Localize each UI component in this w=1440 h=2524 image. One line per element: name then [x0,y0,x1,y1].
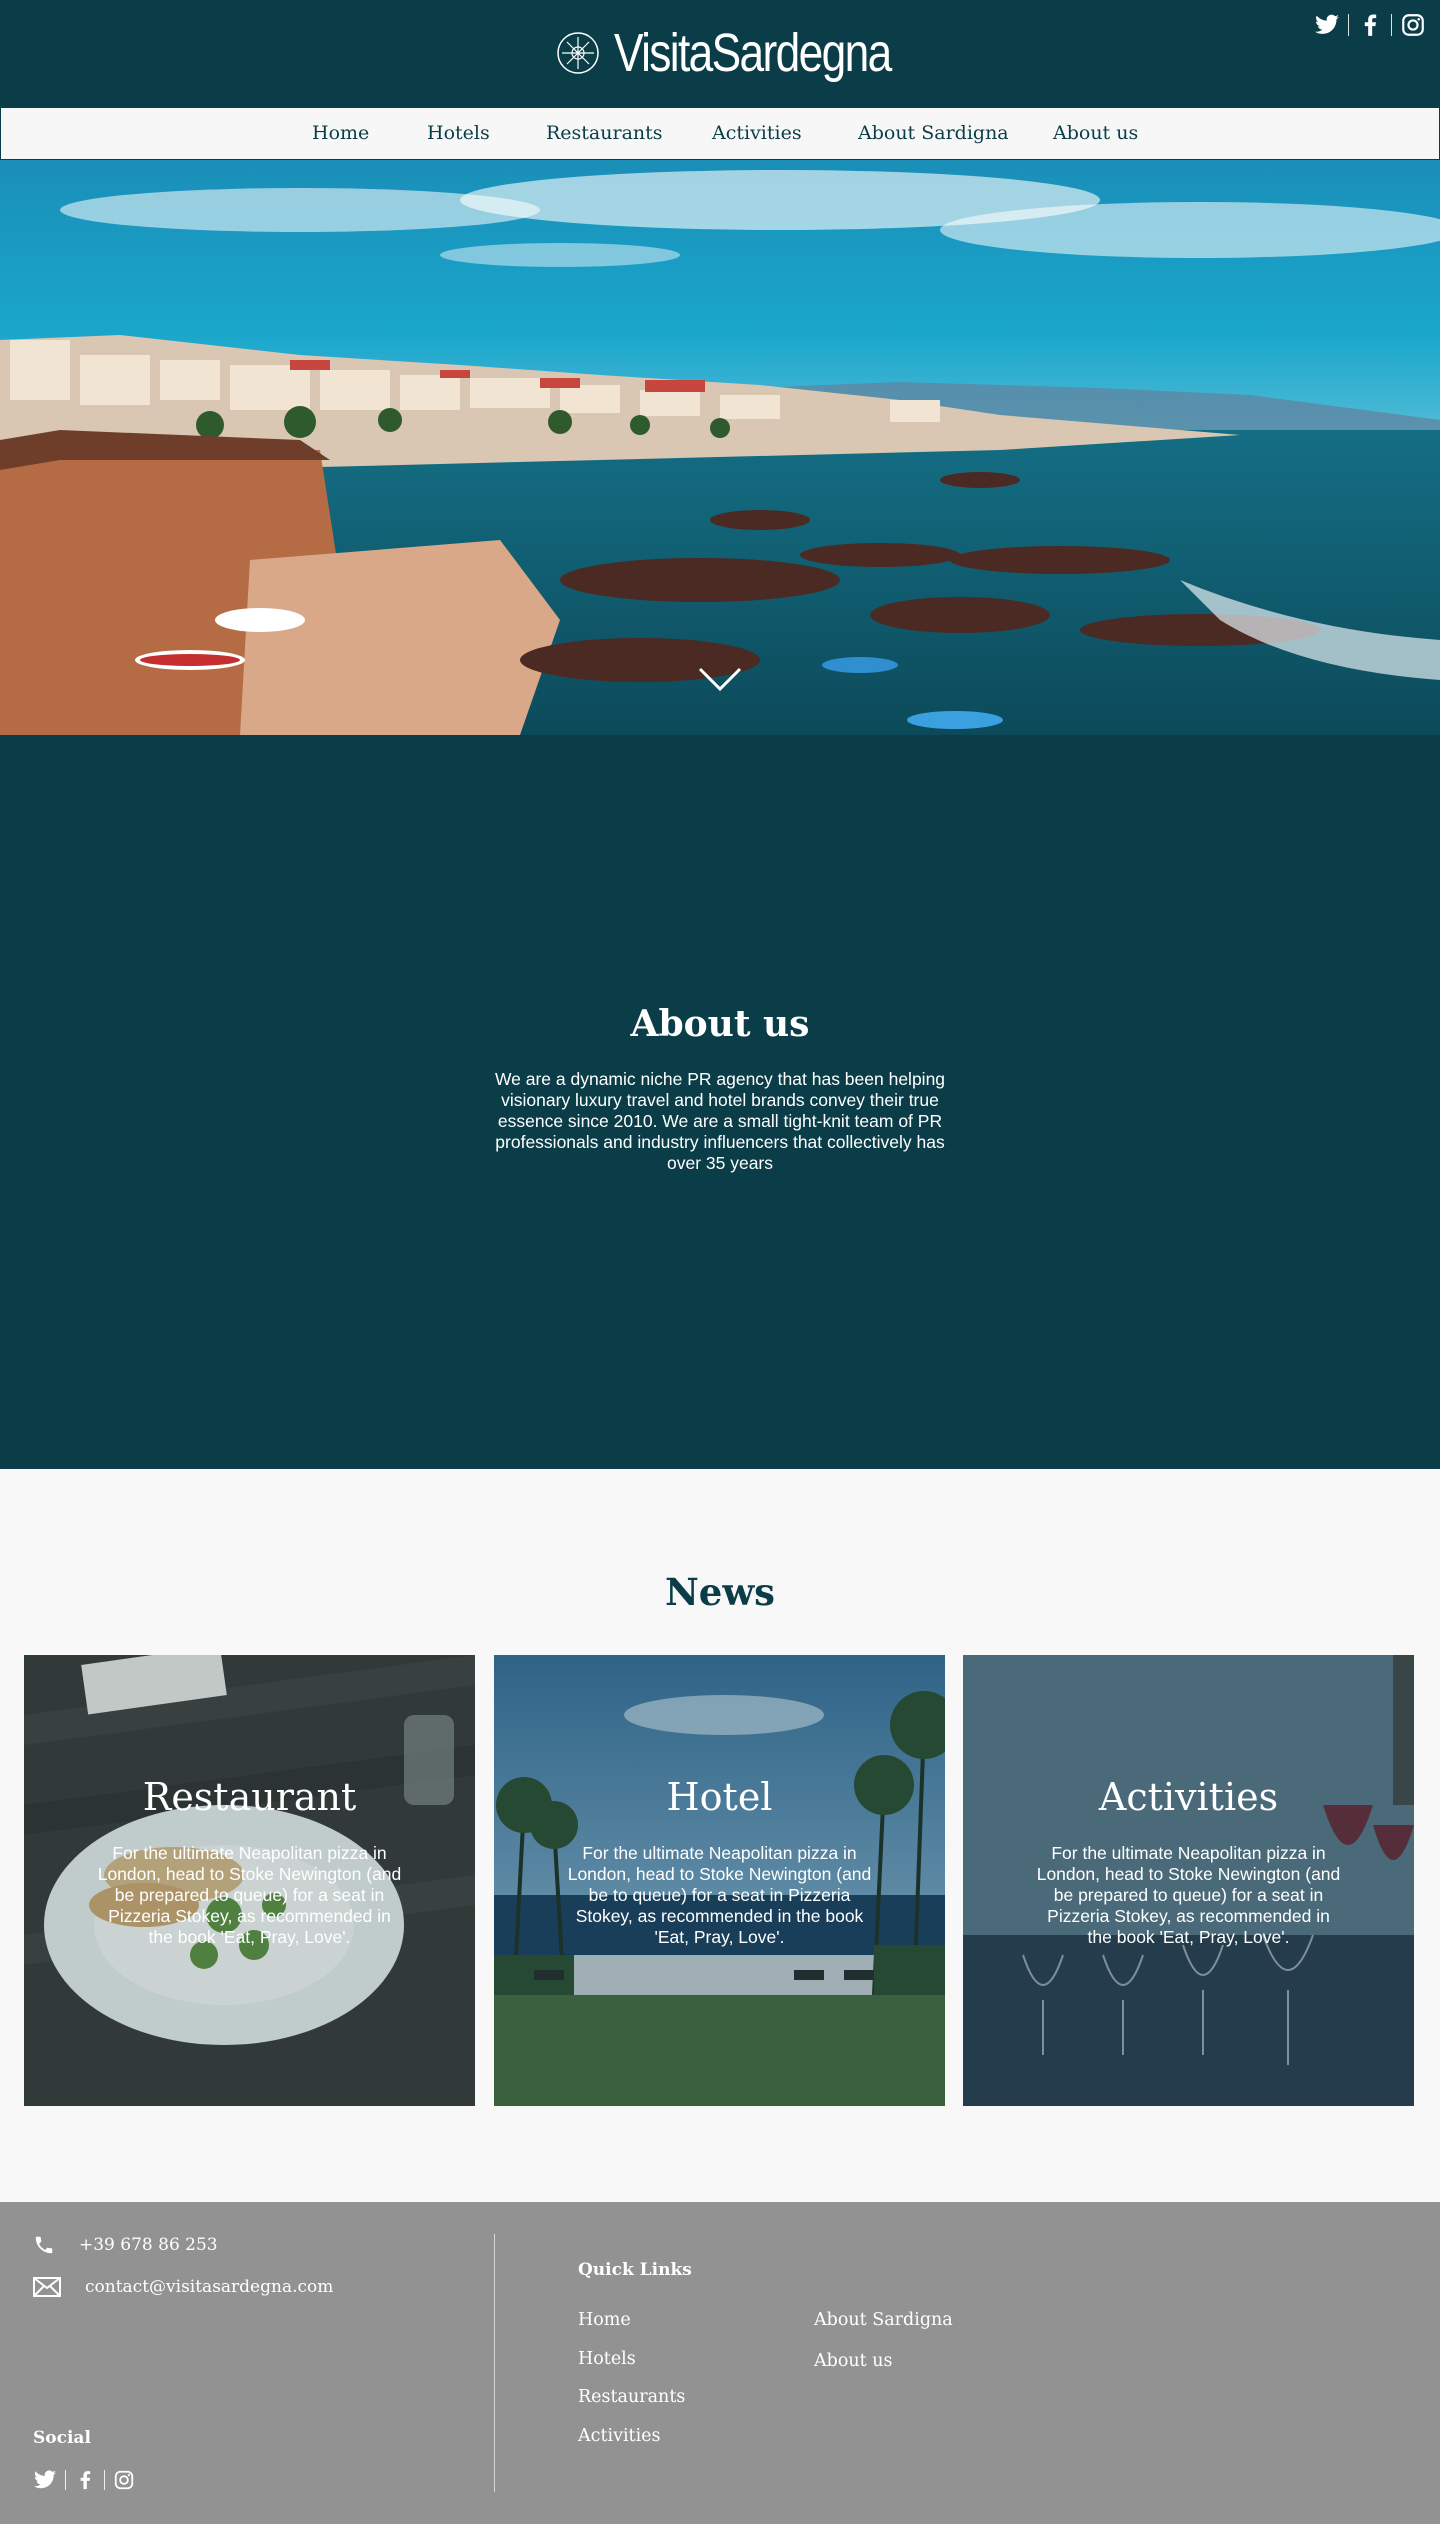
about-section: About us We are a dynamic niche PR agenc… [0,735,1440,1469]
footer-phone[interactable]: +39 678 86 253 [33,2234,218,2256]
nav-item-activities[interactable]: Activities [712,122,802,144]
nav-item-restaurants[interactable]: Restaurants [546,122,663,144]
card-text: For the ultimate Neapolitan pizza in Lon… [567,1843,872,1947]
news-card-restaurant[interactable]: Restaurant For the ultimate Neapolitan p… [24,1655,475,2106]
quick-links-heading: Quick Links [578,2260,692,2280]
facebook-icon[interactable] [74,2469,96,2491]
chevron-down-icon[interactable] [698,667,742,691]
facebook-icon[interactable] [1357,12,1383,38]
brand-name: VisitaSardegna [614,23,892,83]
divider [1348,14,1349,36]
card-text: For the ultimate Neapolitan pizza in Lon… [1036,1843,1341,1947]
social-heading: Social [33,2428,91,2448]
main-navigation: Home Hotels Restaurants Activities About… [0,107,1440,160]
nav-item-home[interactable]: Home [312,122,369,144]
footer-divider [494,2234,495,2492]
nav-item-about-us[interactable]: About us [1053,122,1138,144]
divider [1391,14,1392,36]
card-title: Restaurant [142,1775,357,1819]
divider [65,2470,66,2490]
phone-icon [35,2236,53,2254]
footer-link-home[interactable]: Home [578,2310,631,2330]
footer-link-about-sardigna[interactable]: About Sardigna [814,2310,953,2330]
about-title: About us [630,1003,810,1045]
brand-logo[interactable]: VisitaSardegna [556,22,951,84]
header-social-links [1314,12,1426,38]
card-title: Activities [1098,1775,1279,1819]
twitter-icon[interactable] [33,2468,57,2492]
instagram-icon[interactable] [113,2469,135,2491]
instagram-icon[interactable] [1400,12,1426,38]
hero-banner [0,160,1440,735]
footer-social-links [33,2468,135,2492]
twitter-icon[interactable] [1314,12,1340,38]
mail-icon [33,2277,61,2297]
divider [104,2470,105,2490]
news-title: News [664,1570,776,1614]
nav-item-hotels[interactable]: Hotels [427,122,490,144]
phone-number: +39 678 86 253 [79,2235,218,2255]
footer-link-hotels[interactable]: Hotels [578,2349,636,2369]
nav-item-about-sardigna[interactable]: About Sardigna [858,122,1009,144]
footer-link-about-us[interactable]: About us [814,2351,893,2371]
card-title: Hotel [666,1775,773,1819]
hero-coastline-image [0,160,1440,735]
news-card-activities[interactable]: Activities For the ultimate Neapolitan p… [963,1655,1414,2106]
compass-logo-icon [557,32,599,74]
footer-link-activities[interactable]: Activities [578,2426,661,2446]
footer-email[interactable]: contact@visitasardegna.com [33,2276,333,2298]
site-header: VisitaSardegna [0,0,1440,107]
email-address: contact@visitasardegna.com [85,2277,334,2297]
site-footer: +39 678 86 253 contact@visitasardegna.co… [0,2202,1440,2524]
news-card-hotel[interactable]: Hotel For the ultimate Neapolitan pizza … [494,1655,945,2106]
card-text: For the ultimate Neapolitan pizza in Lon… [97,1843,402,1947]
about-text: We are a dynamic niche PR agency that ha… [494,1069,946,1173]
footer-link-restaurants[interactable]: Restaurants [578,2387,685,2407]
